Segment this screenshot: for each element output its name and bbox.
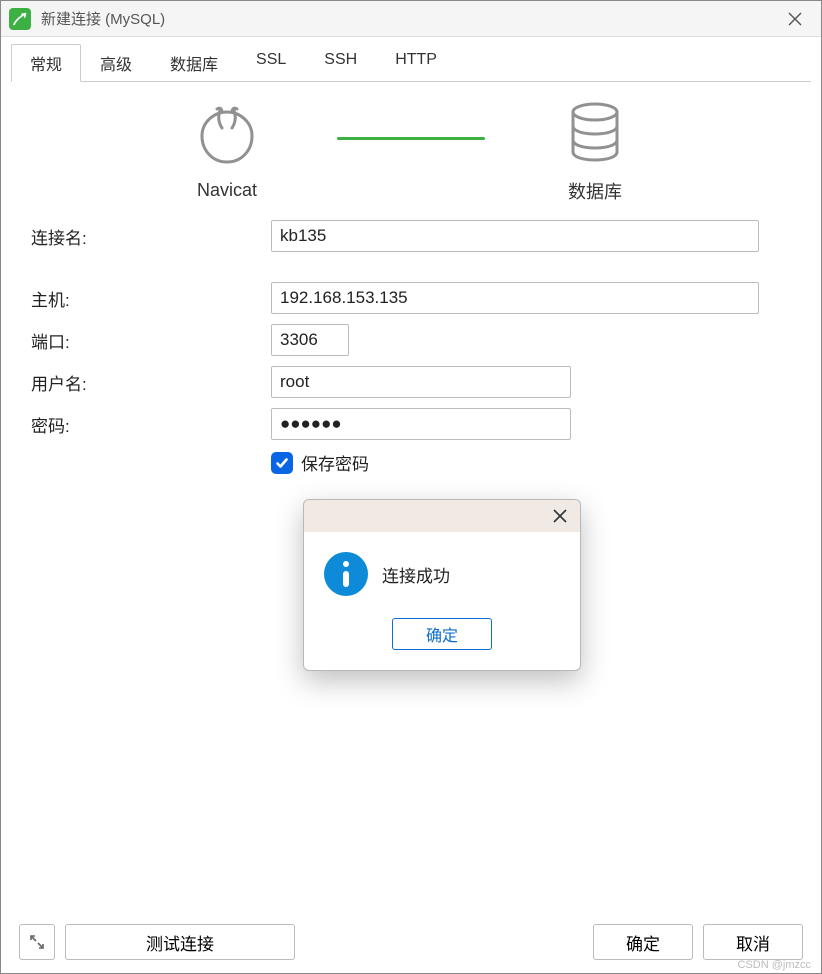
host-input[interactable]: [271, 282, 759, 314]
tab-ssh[interactable]: SSH: [305, 44, 376, 82]
connection-form: 连接名: 主机: 端口: 用户名: 密码: 保存密码: [1, 220, 821, 475]
tab-ssl[interactable]: SSL: [237, 44, 305, 82]
diagram-left-label: Navicat: [197, 180, 257, 201]
expand-icon-button[interactable]: [19, 924, 55, 960]
titlebar: 新建连接 (MySQL): [1, 1, 821, 37]
navicat-icon: [192, 106, 262, 170]
save-password-checkbox[interactable]: [271, 452, 293, 474]
ok-button[interactable]: 确定: [593, 924, 693, 960]
password-label: 密码:: [31, 412, 271, 437]
connection-name-label: 连接名:: [31, 224, 271, 249]
tab-bar: 常规 高级 数据库 SSL SSH HTTP: [1, 37, 821, 81]
connection-diagram: Navicat 数据库: [1, 102, 821, 204]
cancel-button[interactable]: 取消: [703, 924, 803, 960]
dialog-message: 连接成功: [382, 562, 450, 587]
tab-advanced[interactable]: 高级: [81, 44, 151, 82]
diagram-right-label: 数据库: [568, 178, 622, 204]
host-label: 主机:: [31, 286, 271, 311]
window-close-button[interactable]: [777, 1, 813, 37]
footer: 测试连接 确定 取消: [1, 911, 821, 973]
tab-general[interactable]: 常规: [11, 44, 81, 82]
test-connection-button[interactable]: 测试连接: [65, 924, 295, 960]
port-label: 端口:: [31, 328, 271, 353]
username-label: 用户名:: [31, 370, 271, 395]
tab-database[interactable]: 数据库: [151, 44, 237, 82]
tab-http[interactable]: HTTP: [376, 44, 456, 82]
dialog-header: [304, 500, 580, 532]
app-icon: [9, 8, 31, 30]
connection-name-input[interactable]: [271, 220, 759, 252]
save-password-label: 保存密码: [301, 450, 369, 475]
message-dialog: 连接成功 确定: [303, 499, 581, 671]
watermark: CSDN @jmzcc: [738, 959, 812, 971]
password-input[interactable]: [271, 408, 571, 440]
info-icon: [324, 552, 368, 596]
window-title: 新建连接 (MySQL): [41, 8, 165, 29]
dialog-ok-button[interactable]: 确定: [392, 618, 492, 650]
database-icon: [565, 102, 625, 168]
username-input[interactable]: [271, 366, 571, 398]
dialog-close-button[interactable]: [546, 502, 574, 530]
port-input[interactable]: [271, 324, 349, 356]
connection-line: [337, 137, 485, 140]
